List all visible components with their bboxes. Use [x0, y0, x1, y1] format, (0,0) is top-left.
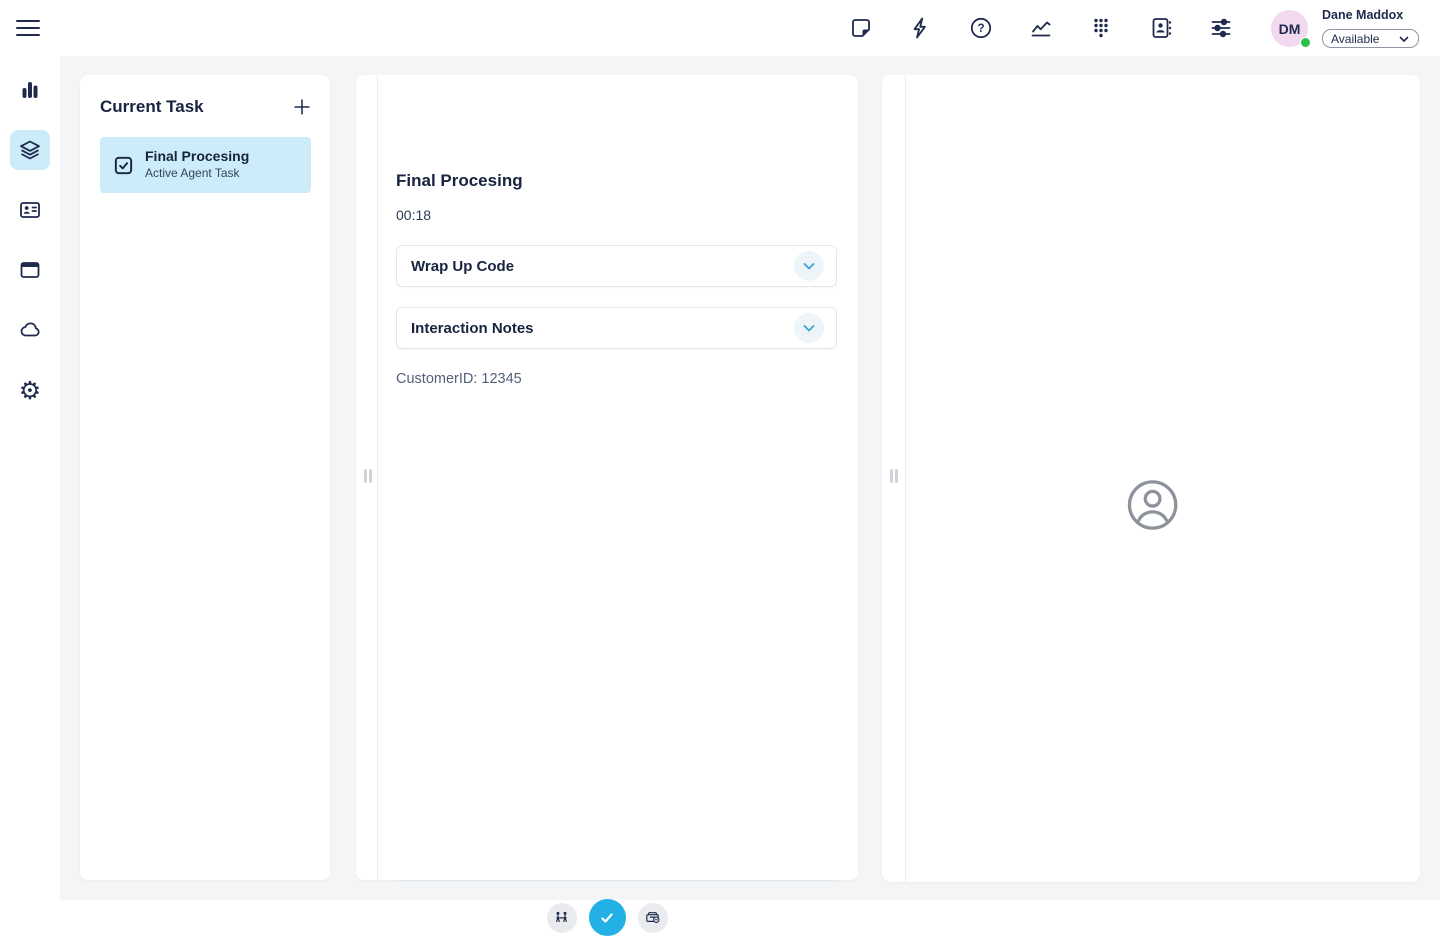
- cloud-icon: [18, 318, 42, 342]
- customer-id-text: CustomerID: 12345: [396, 371, 522, 387]
- topbar-icon-group: ?: [849, 16, 1233, 40]
- task-action-row: [356, 899, 858, 936]
- interaction-notes-accordion[interactable]: Interaction Notes: [396, 307, 837, 349]
- transfer-people-icon: [553, 909, 570, 926]
- chevron-down-icon: [794, 251, 824, 281]
- panel-resize-handle[interactable]: [364, 469, 372, 483]
- task-item-subtitle: Active Agent Task: [145, 166, 249, 182]
- note-icon[interactable]: [849, 16, 873, 40]
- sidebar-item-settings[interactable]: ⚙: [10, 370, 50, 410]
- chevron-down-icon: [1398, 33, 1410, 45]
- task-list-item[interactable]: Final Procesing Active Agent Task: [100, 137, 311, 193]
- park-task-button[interactable]: [638, 903, 668, 933]
- interaction-notes-label: Interaction Notes: [411, 320, 794, 337]
- presence-status-dot: [1300, 37, 1311, 48]
- menu-hamburger-button[interactable]: [16, 15, 44, 41]
- task-detail-panel: Final Procesing 00:18 Wrap Up Code Inter…: [356, 75, 858, 880]
- check-icon: [597, 908, 617, 928]
- add-task-button[interactable]: [290, 95, 314, 119]
- help-icon[interactable]: ?: [969, 16, 993, 40]
- interaction-panel: [882, 75, 1420, 882]
- actions-divider: [396, 880, 837, 881]
- wrap-up-code-label: Wrap Up Code: [411, 258, 794, 275]
- user-name: Dane Maddox: [1322, 8, 1403, 22]
- status-select[interactable]: Available: [1322, 29, 1419, 48]
- svg-text:?: ?: [977, 23, 984, 35]
- bar-chart-icon: [18, 78, 42, 102]
- topbar: ?: [0, 0, 1440, 56]
- transfer-task-button[interactable]: [547, 903, 577, 933]
- task-timer: 00:18: [396, 207, 431, 223]
- sidebar-item-directory[interactable]: [10, 190, 50, 230]
- sidebar-item-apps[interactable]: [10, 250, 50, 290]
- task-item-title: Final Procesing: [145, 148, 249, 166]
- performance-chart-icon[interactable]: [1029, 16, 1053, 40]
- wrap-up-code-accordion[interactable]: Wrap Up Code: [396, 245, 837, 287]
- sidebar-rail: ⚙: [0, 56, 60, 900]
- dialpad-icon[interactable]: [1089, 16, 1113, 40]
- task-detail-title: Final Procesing: [396, 171, 523, 191]
- gear-icon: ⚙: [19, 378, 41, 403]
- contacts-icon[interactable]: [1149, 16, 1173, 40]
- panel-gutter: [882, 75, 906, 882]
- preferences-icon[interactable]: [1209, 16, 1233, 40]
- checkbox-checked-icon: [112, 154, 135, 177]
- complete-task-button[interactable]: [589, 899, 626, 936]
- park-box-icon: [644, 909, 661, 926]
- status-select-value: Available: [1331, 32, 1398, 46]
- sidebar-item-cloud[interactable]: [10, 310, 50, 350]
- layers-icon: [18, 138, 42, 162]
- panel-resize-handle[interactable]: [890, 469, 898, 483]
- lightning-icon[interactable]: [909, 16, 933, 40]
- sidebar-item-activity[interactable]: [10, 70, 50, 110]
- browser-window-icon: [18, 258, 42, 282]
- id-card-icon: [18, 198, 42, 222]
- panel-gutter: [356, 75, 378, 880]
- current-task-title: Current Task: [100, 97, 204, 117]
- plus-icon: [291, 96, 313, 118]
- chevron-down-icon: [794, 313, 824, 343]
- sidebar-item-tasks[interactable]: [10, 130, 50, 170]
- customer-placeholder-icon: [1126, 478, 1180, 537]
- current-task-panel: Current Task Final Procesing Active Agen…: [80, 75, 330, 880]
